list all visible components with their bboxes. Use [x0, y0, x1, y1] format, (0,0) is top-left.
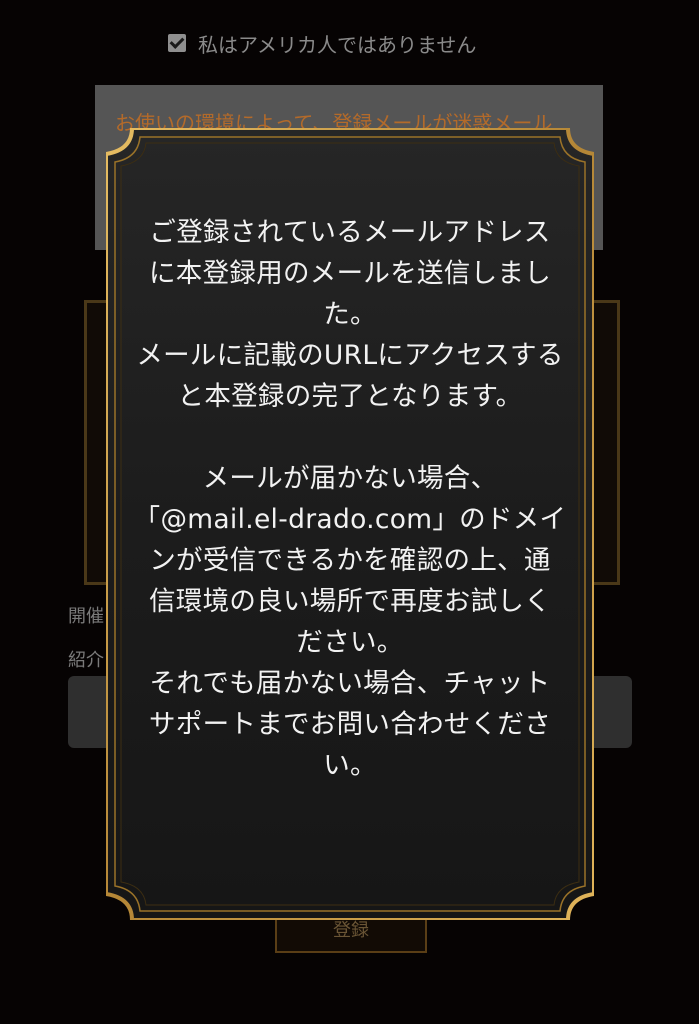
checkbox-checked-icon[interactable] [168, 34, 186, 52]
dialog-paragraph-sent: ご登録されているメールアドレス に本登録用のメールを送信しまし た。 メールに記… [136, 217, 564, 412]
dialog-message: ご登録されているメールアドレス に本登録用のメールを送信しまし た。 メールに記… [126, 212, 574, 786]
background-label-2: 紹介 [68, 650, 104, 671]
dialog-paragraph-not-received: メールが届かない場合、 「@mail.el-drado.com」のドメイ ンが受… [133, 463, 567, 781]
checkbox-label: 私はアメリカ人ではありません [198, 32, 477, 57]
registration-email-sent-dialog[interactable]: ご登録されているメールアドレス に本登録用のメールを送信しまし た。 メールに記… [106, 128, 594, 920]
screen: 私はアメリカ人ではありません お使いの環境によって、登録メールが迷惑メール 開催… [0, 0, 699, 1024]
us-person-checkbox-row[interactable]: 私はアメリカ人ではありません [168, 26, 476, 60]
background-label-1: 開催 [68, 606, 104, 627]
